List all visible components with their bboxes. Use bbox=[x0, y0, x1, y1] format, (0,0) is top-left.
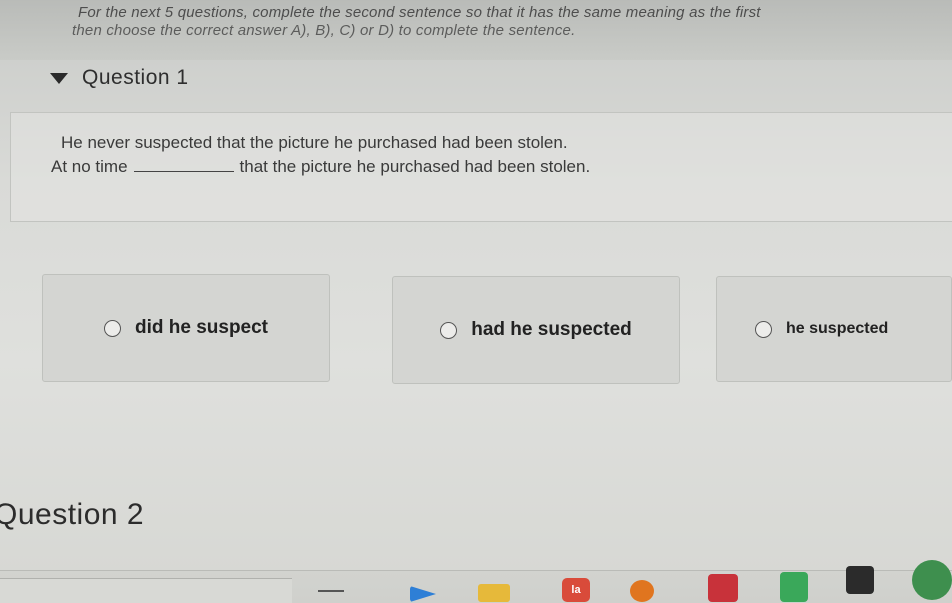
choice-label: did he suspect bbox=[134, 317, 269, 338]
instructions-line-2: then choose the correct answer A), B), C… bbox=[72, 22, 576, 39]
instructions-line-1: For the next 5 questions, complete the s… bbox=[78, 4, 761, 21]
choice-option-2[interactable]: had he suspected bbox=[392, 276, 680, 384]
choice-option-3[interactable]: he suspected bbox=[716, 276, 952, 382]
green-app-icon[interactable] bbox=[780, 572, 808, 602]
taz-app-icon[interactable]: la bbox=[562, 578, 590, 602]
taskbar-search-area[interactable] bbox=[0, 578, 292, 603]
taz-app-icon-text: la bbox=[571, 584, 581, 596]
choice-label: had he suspected bbox=[471, 319, 632, 340]
question-1-title: Question 1 bbox=[82, 66, 189, 89]
orange-app-icon[interactable] bbox=[630, 580, 654, 602]
radio-button-icon[interactable] bbox=[440, 321, 458, 339]
transform-sentence: At no time that the picture he purchased … bbox=[51, 157, 590, 177]
answer-blank bbox=[133, 171, 234, 172]
choice-option-1[interactable]: did he suspect bbox=[42, 274, 330, 382]
red-app-icon[interactable] bbox=[708, 574, 738, 602]
taskbar-divider bbox=[318, 590, 344, 596]
instructions-banner: For the next 5 questions, complete the s… bbox=[0, 0, 952, 60]
original-sentence: He never suspected that the picture he p… bbox=[61, 133, 568, 152]
question-1-header[interactable]: Question 1 bbox=[50, 66, 189, 90]
transform-sentence-start: At no time bbox=[51, 157, 128, 176]
collapse-caret-icon[interactable] bbox=[50, 72, 68, 84]
choice-label: he suspected bbox=[786, 320, 889, 337]
question-1-prompt: He never suspected that the picture he p… bbox=[10, 112, 952, 222]
transform-sentence-end: that the picture he purchased had been s… bbox=[239, 157, 591, 176]
chrome-icon[interactable] bbox=[912, 560, 952, 600]
question-2-title: Question 2 bbox=[0, 498, 145, 531]
file-explorer-icon[interactable] bbox=[478, 584, 510, 602]
radio-button-icon[interactable] bbox=[755, 320, 772, 338]
dark-app-icon[interactable] bbox=[846, 566, 874, 594]
radio-button-icon[interactable] bbox=[103, 319, 121, 337]
